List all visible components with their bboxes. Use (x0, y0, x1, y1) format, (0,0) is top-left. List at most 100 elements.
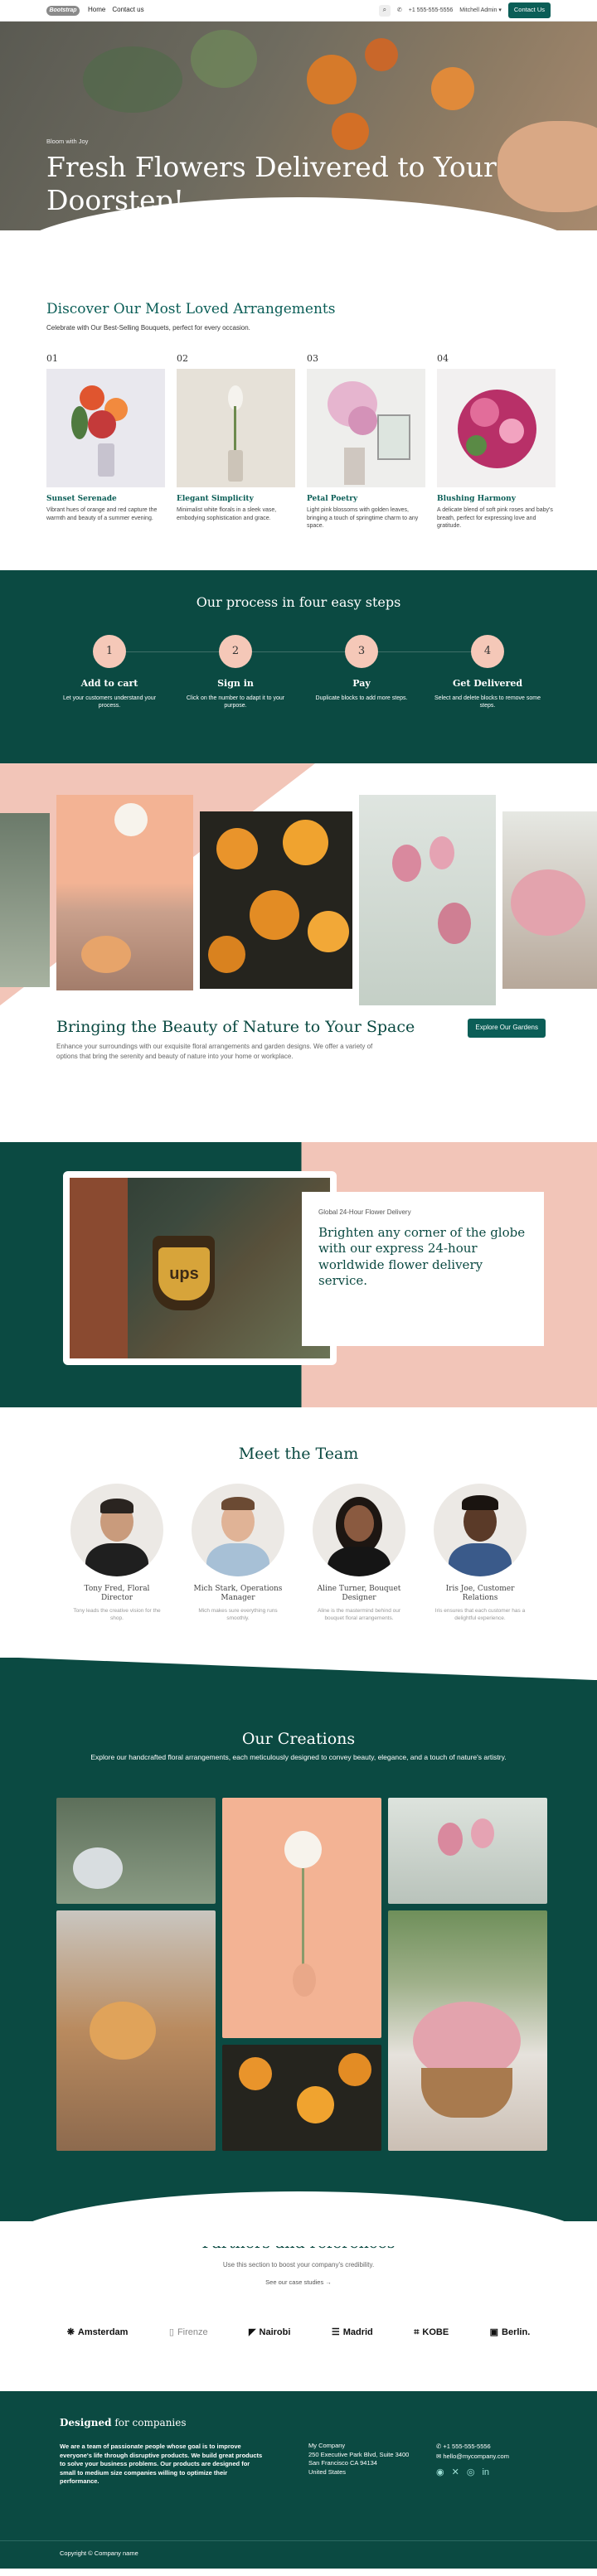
bouquet-image (46, 368, 165, 487)
instagram-icon[interactable]: ◎ (467, 2466, 475, 2481)
bouquet-image (437, 368, 556, 487)
card-number: 02 (177, 352, 188, 364)
admin-menu[interactable]: Mitchell Admin ▾ (459, 7, 502, 14)
member-name: Mich Stark, Operations Manager (193, 1584, 283, 1603)
step-number[interactable]: 2 (219, 635, 252, 669)
case-studies-link[interactable]: See our case studies → (0, 2278, 597, 2287)
member-role: Aline is the mastermind behind our bouqu… (317, 1608, 401, 1621)
member-name: Aline Turner, Bouquet Designer (317, 1584, 401, 1603)
team-member: Tony Fred, Floral Director Tony leads th… (70, 1483, 163, 1623)
arrangement-card[interactable]: 03 Petal Poetry Light pink blossoms with… (307, 353, 425, 530)
creation-photo (56, 1910, 216, 2152)
delivery-image-frame: ups (63, 1171, 337, 1366)
footer-phone[interactable]: +1 555-555-5556 (443, 2443, 490, 2450)
card-title: Sunset Serenade (46, 494, 117, 503)
partner-logo-firenze: ▯ Firenze (168, 2327, 208, 2337)
member-role: Iris ensures that each customer has a de… (434, 1608, 526, 1621)
footer-brand: Designed for companies (60, 2417, 187, 2429)
madrid-icon: ☰ (331, 2327, 340, 2337)
arrangement-card[interactable]: 04 Blushing Harmony A delicate blend of … (437, 353, 556, 530)
arrangement-card[interactable]: 01 Sunset Serenade Vibrant hues of orang… (46, 353, 165, 530)
creations-subtitle: Explore our handcrafted floral arrangeme… (90, 1753, 507, 1762)
footer: Designed for companies We are a team of … (0, 2391, 597, 2541)
team-member: Iris Joe, Customer Relations Iris ensure… (434, 1483, 527, 1623)
flower-photo (502, 811, 597, 990)
firenze-icon: ▯ (168, 2327, 174, 2337)
nav-home[interactable]: Home (88, 6, 105, 15)
creation-photo (388, 1910, 547, 2152)
arrangement-card[interactable]: 02 Elegant Simplicity Minimalist white f… (177, 353, 295, 530)
delivery-section: ups Global 24-Hour Flower Delivery Brigh… (0, 1142, 597, 1408)
delivery-headline: Brighten any corner of the globe with ou… (318, 1224, 526, 1289)
gallery-strip (0, 763, 597, 1006)
creations-title: Our Creations (241, 1730, 356, 1749)
beauty-title: Bringing the Beauty of Nature to Your Sp… (56, 1018, 415, 1037)
step-number[interactable]: 1 (93, 635, 126, 669)
creation-photo (56, 1798, 216, 1905)
member-role: Tony leads the creative vision for the s… (73, 1608, 161, 1621)
copyright: Copyright © Company name (0, 2540, 597, 2569)
card-title: Petal Poetry (307, 494, 358, 503)
card-description: Minimalist white florals in a sleek vase… (177, 506, 277, 521)
step-description: Click on the number to adapt it to your … (186, 695, 285, 709)
linkedin-icon[interactable]: in (482, 2466, 489, 2481)
arrangements-section: Discover Our Most Loved Arrangements Cel… (0, 300, 597, 530)
header-phone[interactable]: +1 555-555-5556 (409, 7, 454, 14)
flower-photo (200, 811, 352, 990)
bouquet-image (307, 368, 425, 487)
mail-icon: ✉ (436, 2453, 442, 2461)
flower-photo (56, 795, 193, 991)
hero-title: Fresh Flowers Delivered to Your Doorstep… (46, 151, 497, 217)
footer-about: We are a team of passionate people whose… (60, 2443, 263, 2486)
contact-us-button[interactable]: Contact Us (507, 2, 551, 18)
team-member: Aline Turner, Bouquet Designer Aline is … (313, 1483, 405, 1623)
brand-logo[interactable]: Bootstrap (46, 5, 80, 16)
nav-contact[interactable]: Contact us (112, 6, 143, 15)
github-icon[interactable]: ◉ (436, 2466, 444, 2481)
flower-photo (359, 795, 496, 1006)
partner-logo-berlin: ▣ Berlin. (489, 2327, 531, 2337)
card-title: Elegant Simplicity (177, 494, 254, 503)
partner-logo-nairobi: ◤ Nairobi (249, 2327, 291, 2337)
beauty-section: Bringing the Beauty of Nature to Your Sp… (0, 1005, 597, 1142)
beauty-text: Enhance your surroundings with our exqui… (56, 1043, 373, 1061)
arrangements-title: Discover Our Most Loved Arrangements (46, 301, 336, 317)
hero-banner: Bloom with Joy Fresh Flowers Delivered t… (0, 22, 597, 230)
step-description: Select and delete blocks to remove some … (434, 695, 541, 709)
flower-photo (0, 813, 50, 988)
step-title: Add to cart (80, 678, 138, 690)
card-number: 04 (437, 352, 449, 364)
top-navbar: Bootstrap Home Contact us ⌕ ✆ +1 555-555… (0, 0, 597, 22)
explore-gardens-button[interactable]: Explore Our Gardens (468, 1019, 546, 1038)
main-nav: Home Contact us (88, 6, 144, 15)
hero-kicker: Bloom with Joy (46, 138, 89, 145)
search-icon[interactable]: ⌕ (378, 4, 391, 17)
team-title: Meet the Team (238, 1445, 359, 1464)
berlin-icon: ▣ (489, 2327, 499, 2337)
card-number: 03 (307, 352, 318, 364)
step-number[interactable]: 3 (345, 635, 378, 669)
process-step: 4 Get Delivered Select and delete blocks… (432, 635, 544, 710)
process-title: Our process in four easy steps (196, 594, 401, 611)
partner-logo-madrid: ☰ Madrid (331, 2327, 373, 2337)
arrangements-subtitle: Celebrate with Our Best-Selling Bouquets… (46, 323, 250, 332)
member-name: Tony Fred, Floral Director (84, 1584, 150, 1603)
process-step: 1 Add to cart Let your customers underst… (54, 635, 166, 710)
creation-photo (388, 1798, 547, 1905)
footer-email[interactable]: hello@mycompany.com (443, 2453, 509, 2460)
x-icon[interactable]: ✕ (452, 2466, 459, 2481)
step-title: Get Delivered (452, 678, 523, 690)
kobe-icon: ⌗ (414, 2327, 420, 2337)
partners-subtitle: Use this section to boost your company's… (222, 2260, 375, 2269)
step-number[interactable]: 4 (471, 635, 504, 669)
ups-sign: ups (158, 1247, 210, 1301)
footer-contact: ✆ +1 555-555-5556 ✉ hello@mycompany.com … (436, 2442, 509, 2481)
step-description: Duplicate blocks to add more steps. (315, 695, 408, 701)
team-member: Mich Stark, Operations Manager Mich make… (192, 1483, 284, 1623)
avatar (70, 1483, 163, 1576)
avatar (313, 1483, 405, 1576)
creation-photo (222, 1798, 381, 2039)
creation-photo (222, 2045, 381, 2152)
step-title: Sign in (217, 678, 254, 690)
phone-icon: ✆ (396, 7, 402, 13)
